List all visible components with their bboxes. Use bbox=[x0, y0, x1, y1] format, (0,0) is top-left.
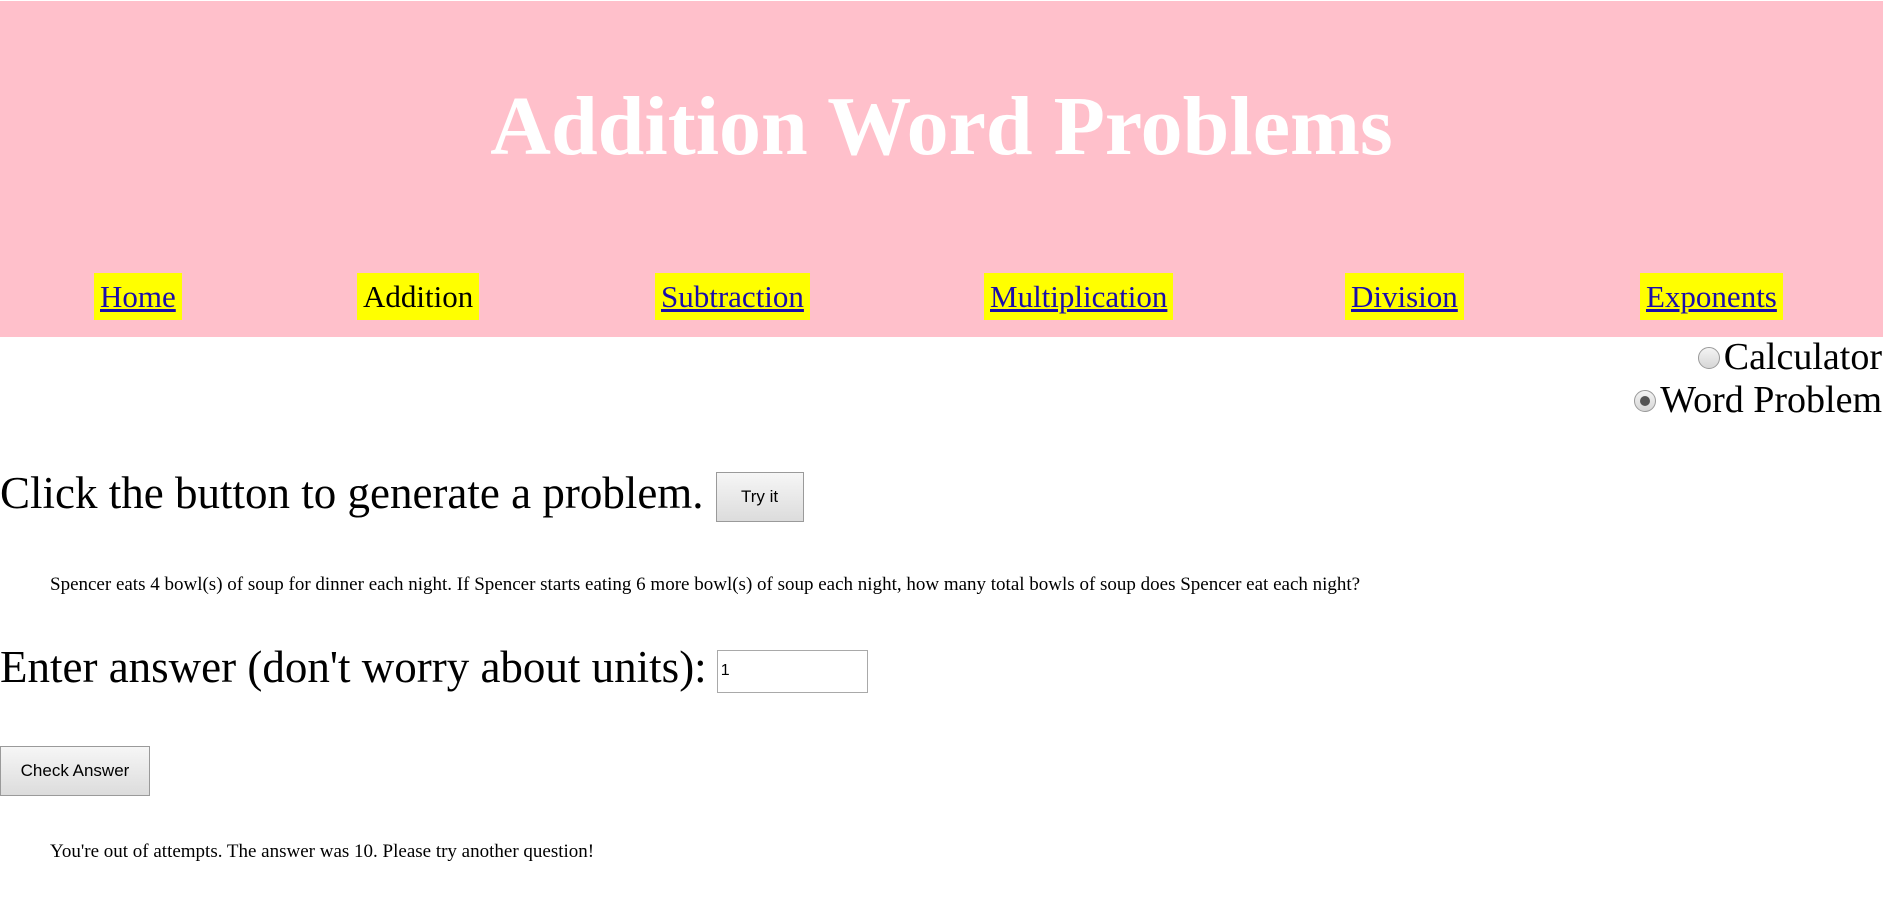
mode-option-word-problem[interactable]: Word Problem bbox=[1634, 379, 1882, 422]
nav-item-division[interactable]: Division bbox=[1345, 273, 1464, 320]
answer-row: Enter answer (don't worry about units): bbox=[0, 638, 868, 696]
nav-link-home[interactable]: Home bbox=[100, 279, 176, 314]
mode-selector: Calculator Word Problem bbox=[1634, 336, 1882, 422]
nav-link-multiplication[interactable]: Multiplication bbox=[990, 279, 1167, 314]
nav-item-subtraction[interactable]: Subtraction bbox=[655, 273, 810, 320]
nav-link-division[interactable]: Division bbox=[1351, 279, 1458, 314]
nav-item-home[interactable]: Home bbox=[94, 273, 182, 320]
result-message: You're out of attempts. The answer was 1… bbox=[50, 841, 595, 862]
word-problem-radio[interactable] bbox=[1634, 389, 1657, 412]
nav-link-subtraction[interactable]: Subtraction bbox=[661, 279, 804, 314]
nav-link-exponents[interactable]: Exponents bbox=[1646, 279, 1777, 314]
calculator-radio[interactable] bbox=[1697, 346, 1720, 369]
generate-prompt: Click the button to generate a problem. bbox=[0, 468, 704, 518]
answer-input[interactable] bbox=[716, 649, 868, 693]
calculator-radio-label[interactable]: Calculator bbox=[1724, 336, 1882, 379]
nav-item-exponents[interactable]: Exponents bbox=[1640, 273, 1783, 320]
page-title: Addition Word Problems bbox=[490, 80, 1393, 173]
word-problem-radio-label[interactable]: Word Problem bbox=[1660, 379, 1882, 422]
nav-item-addition: Addition bbox=[357, 273, 480, 320]
mode-option-calculator[interactable]: Calculator bbox=[1634, 336, 1882, 379]
check-answer-button[interactable]: Check Answer bbox=[0, 746, 150, 796]
problem-text: Spencer eats 4 bowl(s) of soup for dinne… bbox=[50, 574, 1361, 595]
try-it-button[interactable]: Try it bbox=[715, 472, 804, 522]
answer-label: Enter answer (don't worry about units): bbox=[0, 642, 707, 692]
generate-prompt-row: Click the button to generate a problem. … bbox=[0, 464, 804, 522]
nav-item-multiplication[interactable]: Multiplication bbox=[984, 273, 1174, 320]
nav-label-addition: Addition bbox=[363, 279, 474, 314]
header-banner: Addition Word Problems Home Addition Sub… bbox=[0, 1, 1883, 337]
